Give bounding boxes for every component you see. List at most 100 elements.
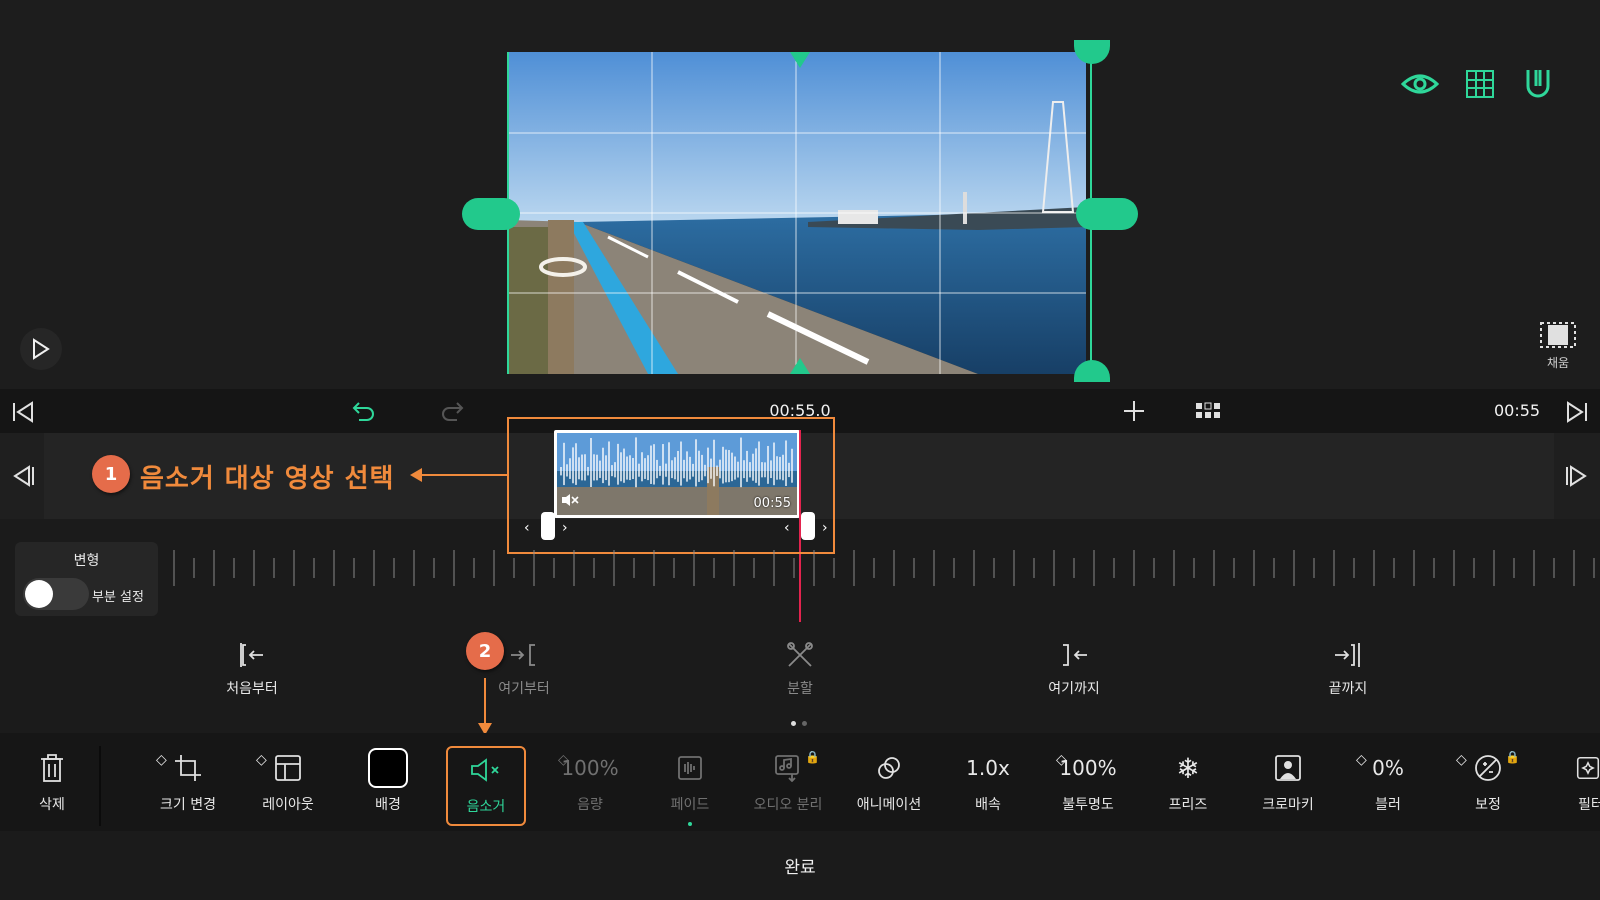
prev-clip-icon[interactable] <box>8 461 38 491</box>
partial-setting-label: 부분 설정 <box>92 590 144 605</box>
keyframe-diamond-icon: ◇ <box>1056 752 1067 768</box>
undo-icon[interactable] <box>348 395 380 427</box>
correction-icon <box>1475 755 1501 781</box>
trim-to-end-label: 끝까지 <box>1328 681 1368 697</box>
partial-setting-toggle[interactable] <box>23 578 89 610</box>
background-button[interactable]: 배경 <box>342 746 434 826</box>
trim-from-start-label: 처음부터 <box>226 681 278 697</box>
filter-button[interactable]: 필터 <box>1546 746 1600 826</box>
trim-to-end-icon <box>1335 643 1360 667</box>
correction-button[interactable]: ◇ 🔒 보정 <box>1442 746 1534 826</box>
trim-to-end-button[interactable]: 끝까지 <box>1288 638 1408 698</box>
trim-from-here-icon <box>511 644 535 666</box>
trim-to-here-label: 여기까지 <box>1048 681 1100 697</box>
resize-button[interactable]: ◇ 크기 변경 <box>142 746 234 826</box>
keyframe-diamond-icon: ◇ <box>1456 752 1467 768</box>
page-indicator <box>788 711 810 730</box>
add-icon[interactable] <box>1118 395 1150 427</box>
eye-icon[interactable] <box>1398 64 1442 104</box>
snowflake-icon: ❄ <box>1176 751 1200 785</box>
fill-button[interactable]: 채움 <box>1530 318 1586 374</box>
fill-icon <box>1540 321 1576 348</box>
total-duration: 00:55 <box>1494 401 1541 420</box>
speed-value: 1.0x <box>966 756 1010 780</box>
background-label: 배경 <box>375 797 401 813</box>
page-dot <box>791 721 796 726</box>
chromakey-icon <box>1275 755 1301 781</box>
keyframe-diamond-icon: ◇ <box>156 752 167 768</box>
volume-button[interactable]: ◇ 100% 음량 <box>544 746 636 826</box>
next-clip-icon[interactable] <box>1562 461 1592 491</box>
keyframe-diamond-icon: ◇ <box>558 752 569 768</box>
trim-to-here-button[interactable]: 여기까지 <box>1014 638 1134 698</box>
resize-handle-left[interactable] <box>462 198 520 230</box>
lock-icon: 🔒 <box>805 750 820 764</box>
chromakey-button[interactable]: 크로마키 <box>1242 746 1334 826</box>
toolbar-divider <box>99 746 101 826</box>
transform-panel: 변형 부분 설정 <box>15 542 158 616</box>
animation-button[interactable]: 애니메이션 <box>843 746 935 826</box>
crop-icon <box>175 755 201 781</box>
scissors-icon <box>787 642 813 667</box>
annotation-arrow-line-1 <box>420 474 508 476</box>
filter-icon <box>1576 756 1600 780</box>
animation-label: 애니메이션 <box>856 797 922 813</box>
speed-button[interactable]: 1.0x 배속 <box>942 746 1034 826</box>
layout-button[interactable]: ◇ 레이아웃 <box>242 746 334 826</box>
fade-indicator-dot <box>688 822 692 826</box>
video-frame-image <box>508 52 1086 374</box>
keyframe-diamond-icon: ◇ <box>1356 752 1367 768</box>
annotation-badge-1: 1 <box>92 455 130 493</box>
fade-label: 페이드 <box>670 797 710 813</box>
toggle-knob <box>25 580 53 608</box>
annotation-arrow-line-2 <box>484 678 486 724</box>
correction-label: 보정 <box>1475 797 1501 813</box>
jump-to-start-icon[interactable] <box>8 397 38 427</box>
mute-speaker-icon <box>471 758 499 782</box>
magnet-icon[interactable] <box>1518 64 1558 104</box>
redo-icon[interactable] <box>436 395 468 427</box>
trim-from-here-label: 여기부터 <box>498 681 550 697</box>
volume-label: 음량 <box>577 797 603 813</box>
timeline-ruler <box>173 550 1595 586</box>
mute-label: 음소거 <box>466 799 506 815</box>
done-button[interactable]: 완료 <box>0 831 1600 900</box>
opacity-label: 불투명도 <box>1062 797 1114 813</box>
delete-button[interactable]: 삭제 <box>6 746 98 826</box>
annotation-arrowhead-1 <box>410 468 422 482</box>
rotate-handle-bottom-right[interactable] <box>1074 360 1110 382</box>
video-canvas[interactable] <box>508 52 1086 374</box>
audio-split-button[interactable]: 🔒 오디오 분리 <box>742 746 834 826</box>
delete-label: 삭제 <box>39 797 65 813</box>
play-button[interactable] <box>20 328 62 370</box>
resize-handle-right[interactable] <box>1076 198 1138 230</box>
resize-handle-bottom[interactable] <box>790 358 810 374</box>
audio-split-label: 오디오 분리 <box>753 797 823 813</box>
audio-split-icon <box>775 755 799 782</box>
play-icon <box>33 338 50 360</box>
trash-icon <box>41 754 63 782</box>
freeze-button[interactable]: ❄ 프리즈 <box>1142 746 1234 826</box>
annotation-text-1: 음소거 대상 영상 선택 <box>140 464 395 494</box>
blur-button[interactable]: ◇ 0% 블러 <box>1342 746 1434 826</box>
grid-icon[interactable] <box>1460 64 1500 104</box>
resize-handle-top[interactable] <box>790 52 810 68</box>
opacity-button[interactable]: ◇ 100% 불투명도 <box>1042 746 1134 826</box>
annotation-highlight-clip <box>507 417 835 554</box>
speed-label: 배속 <box>975 797 1001 813</box>
background-color-swatch <box>368 748 408 788</box>
chromakey-label: 크로마키 <box>1262 797 1314 813</box>
trim-from-start-button[interactable]: 처음부터 <box>192 638 312 698</box>
split-button[interactable]: 분할 <box>740 638 860 698</box>
done-label: 완료 <box>784 858 816 878</box>
layout-icon <box>275 755 301 781</box>
video-preview-area: 채움 <box>0 0 1600 389</box>
fill-label: 채움 <box>1546 355 1570 370</box>
jump-to-end-icon[interactable] <box>1562 397 1592 427</box>
blur-label: 블러 <box>1375 797 1401 813</box>
layers-icon[interactable] <box>1192 395 1224 427</box>
mute-button[interactable]: 음소거 <box>446 746 526 826</box>
transform-title: 변형 <box>73 553 100 569</box>
annotation-badge-2: 2 <box>466 632 504 670</box>
fade-button[interactable]: 페이드 <box>644 746 736 826</box>
